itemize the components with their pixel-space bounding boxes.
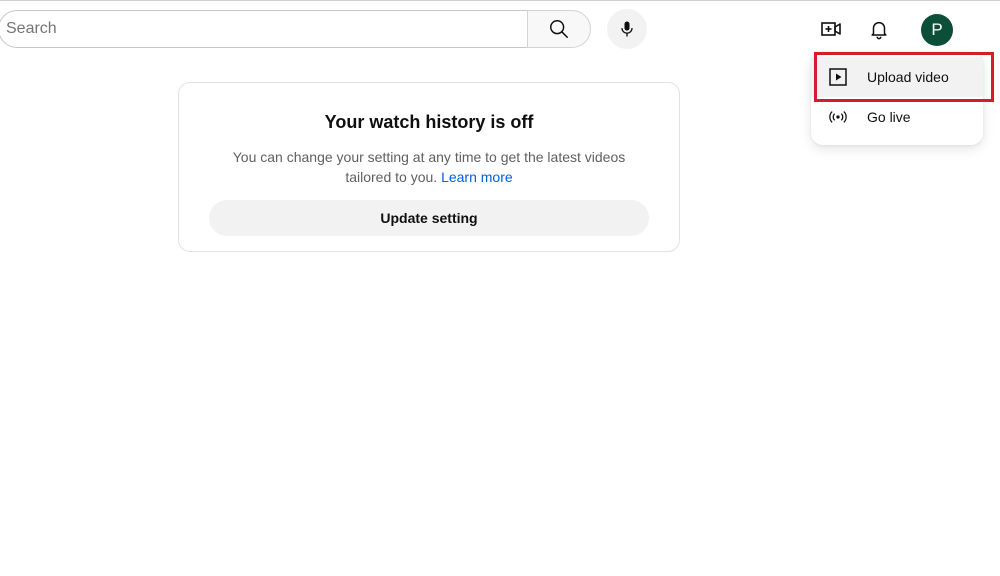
bell-icon <box>871 21 887 40</box>
card-description-text: You can change your setting at any time … <box>232 149 626 185</box>
menu-item-upload-video[interactable]: Upload video <box>811 57 983 97</box>
update-setting-button[interactable]: Update setting <box>209 200 649 236</box>
card-description: You can change your setting at any time … <box>219 147 639 187</box>
create-menu: Upload video Go live <box>811 52 983 145</box>
upload-video-icon <box>828 67 848 87</box>
avatar[interactable]: P <box>921 14 953 46</box>
youtube-history-page: P Upload video Go live <box>0 0 1000 576</box>
microphone-icon <box>621 21 633 37</box>
menu-item-label: Go live <box>867 109 911 125</box>
menu-item-label: Upload video <box>867 69 949 85</box>
notifications-button[interactable] <box>860 10 898 48</box>
menu-item-go-live[interactable]: Go live <box>811 97 983 137</box>
go-live-icon <box>828 107 848 127</box>
create-button[interactable] <box>812 10 850 48</box>
learn-more-link[interactable]: Learn more <box>441 169 513 185</box>
search-box <box>0 10 528 48</box>
card-title: Your watch history is off <box>324 112 534 132</box>
search-icon <box>550 20 568 38</box>
watch-history-card: Your watch history is off You can change… <box>178 82 680 252</box>
search-button[interactable] <box>527 10 591 48</box>
video-camera-plus-icon <box>821 22 841 36</box>
search-input[interactable] <box>6 11 516 47</box>
voice-search-button[interactable] <box>607 9 647 49</box>
